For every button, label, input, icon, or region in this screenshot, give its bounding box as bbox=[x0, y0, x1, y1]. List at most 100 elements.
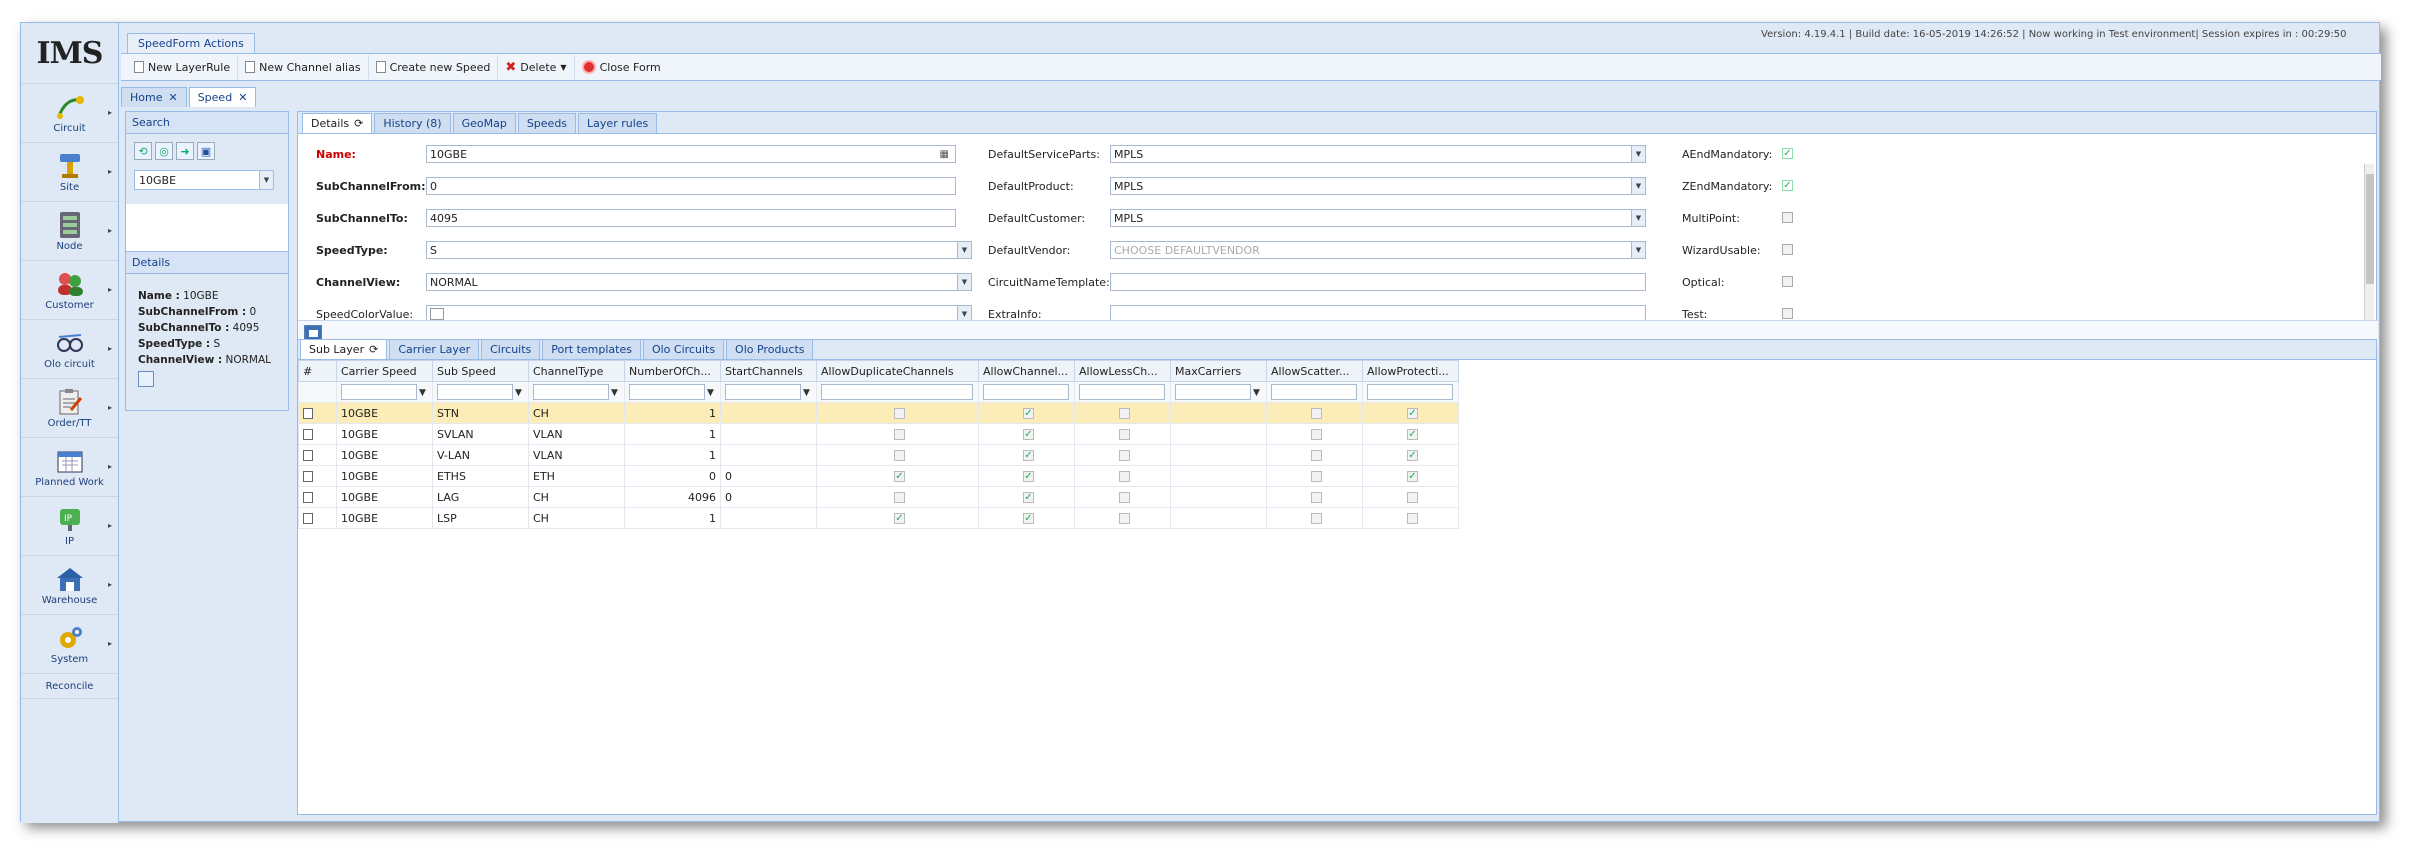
table-row[interactable]: 10GBE STN CH 1 ✓ ✓ bbox=[298, 402, 1459, 424]
chevron-down-icon[interactable]: ▼ bbox=[957, 242, 971, 258]
defaultvendor-select[interactable]: CHOOSE DEFAULTVENDOR ▼ bbox=[1110, 241, 1646, 259]
chevron-down-icon[interactable]: ▼ bbox=[1631, 146, 1645, 162]
table-row[interactable]: 10GBE ETHS ETH 0 0 ✓ ✓ ✓ bbox=[298, 465, 1459, 487]
subchannelto-field[interactable]: 4095 bbox=[426, 209, 956, 227]
table-row[interactable]: 10GBE LSP CH 1 ✓ ✓ bbox=[298, 507, 1459, 529]
close-icon[interactable]: ✕ bbox=[238, 91, 247, 104]
nav-node[interactable]: Node ▸ bbox=[21, 201, 118, 260]
copy-icon[interactable] bbox=[138, 371, 154, 387]
nav-order-tt[interactable]: Order/TT ▸ bbox=[21, 378, 118, 437]
defaultserviceparts-select[interactable]: MPLS ▼ bbox=[1110, 145, 1646, 163]
chevron-down-icon[interactable]: ▼ bbox=[1631, 210, 1645, 226]
circuitnametemplate-field[interactable] bbox=[1110, 273, 1646, 291]
filter-select[interactable] bbox=[1271, 384, 1357, 400]
new-channel-alias-button[interactable]: New Channel alias bbox=[238, 55, 369, 79]
edit-icon[interactable] bbox=[303, 492, 313, 503]
column-header[interactable]: NumberOfCh... bbox=[624, 360, 721, 382]
nav-circuit[interactable]: Circuit ▸ bbox=[21, 83, 118, 142]
nav-reconcile[interactable]: Reconcile bbox=[21, 673, 118, 699]
subchannelfrom-field[interactable]: 0 bbox=[426, 177, 956, 195]
nav-system[interactable]: System ▸ bbox=[21, 614, 118, 673]
close-icon[interactable]: ✕ bbox=[168, 91, 177, 104]
chevron-down-icon[interactable]: ▼ bbox=[957, 306, 971, 320]
edit-icon[interactable] bbox=[303, 450, 313, 461]
zendmandatory-checkbox[interactable]: ✓ bbox=[1782, 180, 1793, 191]
aendmandatory-checkbox[interactable]: ✓ bbox=[1782, 148, 1793, 159]
edit-icon[interactable] bbox=[303, 429, 313, 440]
filter-select[interactable] bbox=[983, 384, 1069, 400]
tab-layer-rules[interactable]: Layer rules bbox=[578, 113, 658, 133]
filter-icon[interactable]: ▼ bbox=[707, 388, 714, 398]
filter-select[interactable] bbox=[1367, 384, 1453, 400]
filter-input[interactable] bbox=[1175, 384, 1251, 400]
filter-cell[interactable] bbox=[1266, 381, 1363, 403]
create-new-speed-button[interactable]: Create new Speed bbox=[369, 55, 499, 79]
filter-cell[interactable] bbox=[1362, 381, 1459, 403]
filter-icon[interactable]: ▼ bbox=[1253, 388, 1260, 398]
tab-history[interactable]: History (8) bbox=[374, 113, 451, 133]
tab-speeds[interactable]: Speeds bbox=[517, 113, 577, 133]
delete-button[interactable]: ✖ Delete ▼ bbox=[498, 55, 575, 79]
row-edit-cell[interactable] bbox=[298, 423, 337, 445]
tab-home[interactable]: Home ✕ bbox=[121, 87, 187, 107]
tab-port-templates[interactable]: Port templates bbox=[542, 339, 641, 359]
refresh-icon[interactable]: ⟳ bbox=[354, 117, 363, 130]
column-header[interactable]: AllowScatter... bbox=[1266, 360, 1363, 382]
search-select[interactable]: 10GBE ▼ bbox=[134, 170, 274, 190]
test-checkbox[interactable] bbox=[1782, 308, 1793, 319]
extrainfo-field[interactable] bbox=[1110, 305, 1646, 320]
filter-select[interactable] bbox=[1079, 384, 1165, 400]
lookup-icon[interactable]: ▦ bbox=[940, 149, 949, 160]
tab-olo-products[interactable]: Olo Products bbox=[726, 339, 814, 359]
scrollbar-thumb[interactable] bbox=[2366, 174, 2374, 284]
column-header[interactable]: AllowLessCh... bbox=[1074, 360, 1171, 382]
table-row[interactable]: 10GBE LAG CH 4096 0 ✓ bbox=[298, 486, 1459, 508]
refresh-green-icon[interactable]: ⟲ bbox=[134, 142, 152, 160]
globe-icon[interactable]: ◎ bbox=[155, 142, 173, 160]
edit-icon[interactable] bbox=[303, 513, 313, 524]
column-header[interactable]: AllowProtecti... bbox=[1362, 360, 1459, 382]
column-header[interactable]: MaxCarriers bbox=[1170, 360, 1267, 382]
chevron-down-icon[interactable]: ▼ bbox=[957, 274, 971, 290]
name-field[interactable]: 10GBE ▦ bbox=[426, 145, 956, 163]
wizardusable-checkbox[interactable] bbox=[1782, 244, 1793, 255]
column-header[interactable]: Sub Speed bbox=[432, 360, 529, 382]
form-scrollbar[interactable] bbox=[2364, 164, 2374, 320]
row-edit-cell[interactable] bbox=[298, 465, 337, 487]
optical-checkbox[interactable] bbox=[1782, 276, 1793, 287]
chevron-down-icon[interactable]: ▼ bbox=[259, 171, 273, 189]
filter-icon[interactable]: ▼ bbox=[515, 388, 522, 398]
multipoint-checkbox[interactable] bbox=[1782, 212, 1793, 223]
filter-input[interactable] bbox=[341, 384, 417, 400]
row-edit-cell[interactable] bbox=[298, 507, 337, 529]
filter-icon[interactable]: ▼ bbox=[419, 388, 426, 398]
nav-ip[interactable]: IP IP ▸ bbox=[21, 496, 118, 555]
filter-cell[interactable]: ▼ bbox=[528, 381, 625, 403]
actions-tab[interactable]: SpeedForm Actions bbox=[127, 33, 255, 53]
nav-customer[interactable]: Customer ▸ bbox=[21, 260, 118, 319]
column-header[interactable]: StartChannels bbox=[720, 360, 817, 382]
tab-geomap[interactable]: GeoMap bbox=[452, 113, 516, 133]
nav-planned-work[interactable]: Planned Work ▸ bbox=[21, 437, 118, 496]
nav-warehouse[interactable]: Warehouse ▸ bbox=[21, 555, 118, 614]
row-edit-cell[interactable] bbox=[298, 486, 337, 508]
close-form-button[interactable]: Close Form bbox=[575, 55, 668, 79]
filter-icon[interactable]: ▼ bbox=[611, 388, 618, 398]
filter-cell[interactable]: ▼ bbox=[432, 381, 529, 403]
defaultproduct-select[interactable]: MPLS ▼ bbox=[1110, 177, 1646, 195]
speedcolorvalue-select[interactable]: ▼ bbox=[426, 305, 972, 320]
filter-select[interactable] bbox=[821, 384, 973, 400]
column-header[interactable]: AllowChannel... bbox=[978, 360, 1075, 382]
nav-olo-circuit[interactable]: Olo circuit ▸ bbox=[21, 319, 118, 378]
filter-cell[interactable]: ▼ bbox=[720, 381, 817, 403]
edit-icon[interactable] bbox=[303, 408, 313, 419]
channelview-select[interactable]: NORMAL ▼ bbox=[426, 273, 972, 291]
column-header[interactable]: ChannelType bbox=[528, 360, 625, 382]
defaultcustomer-select[interactable]: MPLS ▼ bbox=[1110, 209, 1646, 227]
chevron-down-icon[interactable]: ▼ bbox=[1631, 178, 1645, 194]
column-header[interactable]: Carrier Speed bbox=[336, 360, 433, 382]
speedtype-select[interactable]: S ▼ bbox=[426, 241, 972, 259]
filter-cell[interactable]: ▼ bbox=[336, 381, 433, 403]
chevron-down-icon[interactable]: ▼ bbox=[1631, 242, 1645, 258]
row-edit-cell[interactable] bbox=[298, 402, 337, 424]
